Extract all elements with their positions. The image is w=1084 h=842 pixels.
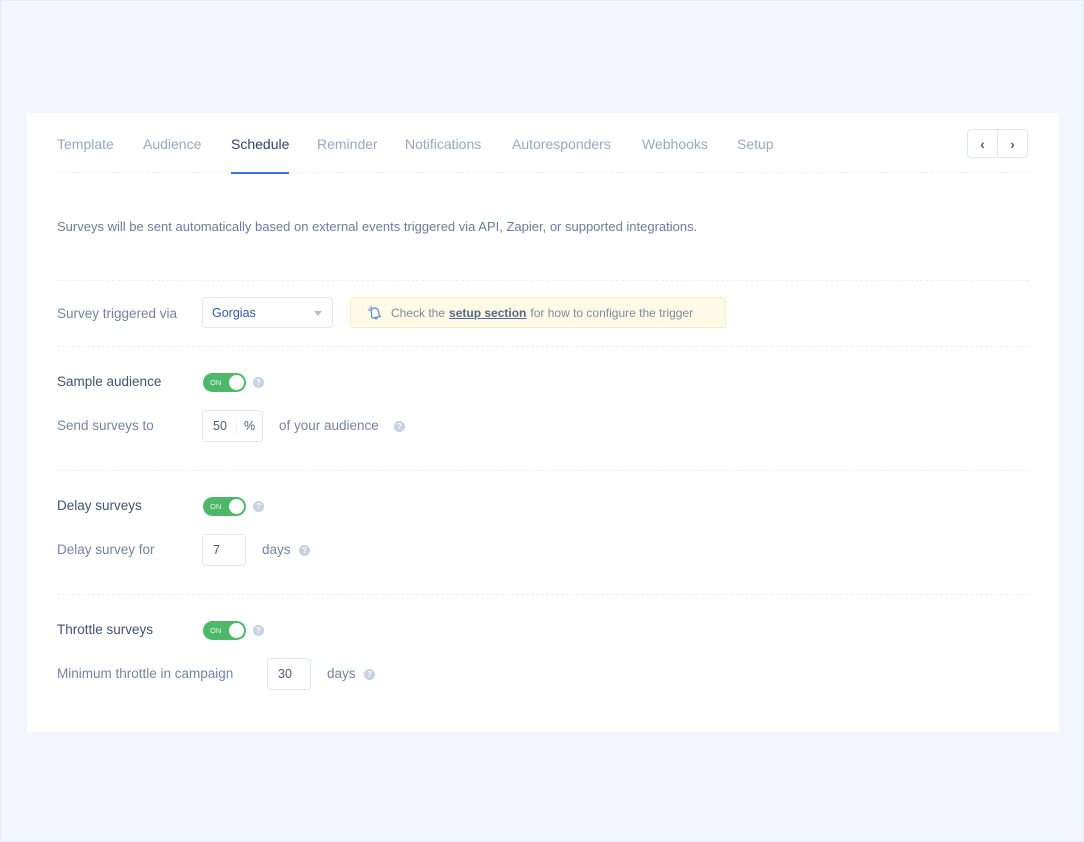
tab-notifications[interactable]: Notifications [405, 136, 481, 152]
notice-prefix: Check the [391, 305, 446, 320]
throttle-surveys-label: Throttle surveys [57, 622, 154, 637]
delay-days-value: 7 [213, 543, 220, 557]
tab-pager: ‹ › [967, 129, 1028, 158]
delay-surveys-toggle[interactable]: ON [203, 497, 246, 516]
schedule-description: Surveys will be sent automatically based… [57, 219, 698, 234]
help-icon[interactable]: ? [253, 501, 264, 512]
minimum-throttle-label: Minimum throttle in campaign [57, 666, 234, 681]
toggle-state: ON [210, 502, 222, 511]
toggle-state: ON [210, 626, 222, 635]
tab-reminder[interactable]: Reminder [317, 136, 378, 152]
chevron-left-icon[interactable]: ‹ [968, 130, 997, 157]
tab-bar: Template Audience Schedule Reminder Noti… [57, 113, 1028, 174]
toggle-knob [229, 623, 244, 638]
toggle-knob [229, 499, 244, 514]
delay-days-input[interactable]: 7 [202, 534, 246, 566]
trigger-select-value: Gorgias [212, 306, 256, 320]
tab-schedule[interactable]: Schedule [231, 136, 290, 174]
delay-survey-for-label: Delay survey for [57, 542, 155, 557]
toggle-state: ON [210, 378, 222, 387]
sample-percent-value: 50 [213, 419, 227, 433]
send-surveys-label: Send surveys to [57, 418, 154, 433]
tab-setup[interactable]: Setup [737, 136, 774, 152]
sample-audience-label: Sample audience [57, 374, 162, 389]
divider [57, 594, 1028, 595]
sample-percent-input[interactable]: 50 % [202, 410, 263, 442]
bell-icon [367, 305, 383, 321]
delay-surveys-label: Delay surveys [57, 498, 142, 513]
audience-suffix: of your audience [279, 418, 379, 433]
help-icon[interactable]: ? [253, 377, 264, 388]
divider [57, 470, 1028, 471]
help-icon[interactable]: ? [299, 545, 310, 556]
trigger-select[interactable]: Gorgias [202, 297, 333, 328]
setup-notice: Check the setup section for how to confi… [350, 297, 726, 328]
throttle-days-value: 30 [278, 667, 292, 681]
tab-autoresponders[interactable]: Autoresponders [512, 136, 611, 152]
help-icon[interactable]: ? [364, 669, 375, 680]
throttle-days-suffix: days [327, 666, 356, 681]
tab-template[interactable]: Template [57, 136, 114, 152]
divider [57, 280, 1028, 281]
notice-suffix: for how to configure the trigger [530, 305, 694, 320]
sample-audience-toggle[interactable]: ON [203, 373, 246, 392]
help-icon[interactable]: ? [253, 625, 264, 636]
delay-days-suffix: days [262, 542, 291, 557]
toggle-knob [229, 375, 244, 390]
tab-webhooks[interactable]: Webhooks [642, 136, 708, 152]
throttle-surveys-toggle[interactable]: ON [203, 621, 246, 640]
trigger-label: Survey triggered via [57, 306, 178, 321]
throttle-days-input[interactable]: 30 [267, 658, 311, 690]
divider [57, 346, 1028, 347]
setup-section-link[interactable]: setup section [449, 306, 526, 320]
help-icon[interactable]: ? [394, 421, 405, 432]
tab-audience[interactable]: Audience [143, 136, 201, 152]
schedule-card: Template Audience Schedule Reminder Noti… [27, 113, 1059, 732]
chevron-right-icon[interactable]: › [997, 130, 1027, 157]
caret-down-icon [314, 311, 322, 316]
percent-unit: % [236, 418, 255, 434]
